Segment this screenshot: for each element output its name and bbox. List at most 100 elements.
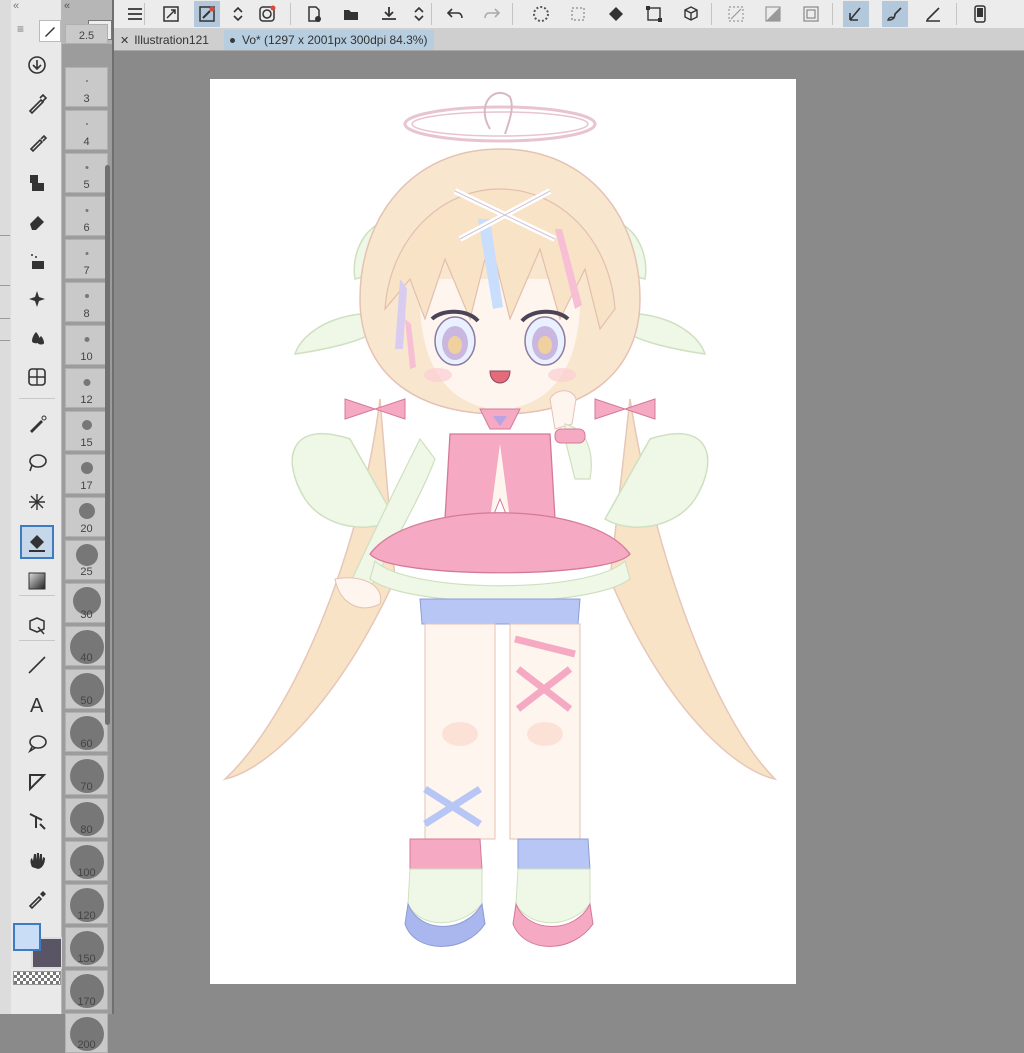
brush-size-label: 2.5: [78, 30, 95, 42]
download-icon[interactable]: [20, 48, 54, 82]
brush-size-item[interactable]: 12: [65, 368, 108, 408]
text-icon[interactable]: A: [20, 687, 54, 721]
3d-icon[interactable]: [678, 1, 704, 27]
brush-size-item[interactable]: 15: [65, 411, 108, 451]
fill-icon[interactable]: [20, 525, 54, 559]
brush-size-item[interactable]: 20: [65, 497, 108, 537]
fit-view-icon[interactable]: [158, 1, 184, 27]
selection-icon[interactable]: [565, 1, 591, 27]
hand-icon[interactable]: [20, 843, 54, 877]
pencil-icon[interactable]: [20, 126, 54, 160]
brush-size-item[interactable]: 80: [65, 798, 108, 838]
lasso-icon[interactable]: [20, 446, 54, 480]
brush-size-item[interactable]: 120: [65, 884, 108, 924]
collapse-icon[interactable]: «: [13, 0, 19, 12]
pen-icon[interactable]: [843, 1, 869, 27]
brush-size-item[interactable]: 3: [65, 67, 108, 107]
brush-size-label: 20: [80, 523, 93, 535]
brush-size-label: 12: [80, 394, 93, 406]
new-file-icon[interactable]: [301, 1, 327, 27]
line-icon[interactable]: [20, 648, 54, 682]
brush-size-dot: [85, 165, 88, 169]
redo-icon[interactable]: [479, 1, 505, 27]
brush-size-item[interactable]: 200: [65, 1013, 108, 1053]
brush-size-item[interactable]: 7: [65, 239, 108, 279]
brush-size-item[interactable]: 60: [65, 712, 108, 752]
brush-icon[interactable]: [20, 165, 54, 199]
transform-icon[interactable]: [641, 1, 667, 27]
brush-size-dot: [83, 378, 90, 386]
brush-icon[interactable]: [882, 1, 908, 27]
brush-size-label: 17: [80, 480, 93, 492]
undo-icon[interactable]: [442, 1, 468, 27]
close-icon[interactable]: ✕: [120, 34, 129, 47]
brush-size-label: 30: [80, 609, 93, 621]
brush-size-label: 40: [80, 652, 93, 664]
fill-icon[interactable]: [603, 1, 629, 27]
dock-divider: [0, 235, 10, 236]
save-icon[interactable]: [376, 1, 402, 27]
loading-icon[interactable]: [528, 1, 554, 27]
up-down-icon[interactable]: [225, 1, 251, 27]
ruler-icon[interactable]: [20, 765, 54, 799]
device-icon[interactable]: [967, 1, 993, 27]
brush-size-item[interactable]: 40: [65, 626, 108, 666]
tab-bar: ✕ Illustration121 Vo* (1297 x 2001px 300…: [114, 28, 1024, 51]
select-all-icon[interactable]: [723, 1, 749, 27]
eraser-icon[interactable]: [20, 204, 54, 238]
clear-icon[interactable]: [760, 1, 786, 27]
correct-line-icon[interactable]: [20, 804, 54, 838]
brush-size-item[interactable]: 170: [65, 970, 108, 1010]
pen-icon[interactable]: [39, 20, 61, 42]
ruler-pen-icon[interactable]: [920, 1, 946, 27]
brush-size-item[interactable]: 5: [65, 153, 108, 193]
vector-pen-icon[interactable]: [20, 407, 54, 441]
brush-size-item[interactable]: 17: [65, 454, 108, 494]
brush-size-label: 6: [83, 222, 90, 234]
tab-vo[interactable]: Vo* (1297 x 2001px 300dpi 84.3%): [224, 30, 434, 50]
brush-size-item[interactable]: 25: [65, 540, 108, 580]
brush-size-item[interactable]: 6: [65, 196, 108, 236]
up-down-icon[interactable]: [406, 1, 432, 27]
brush-size-label: 50: [80, 695, 93, 707]
sparkle-icon[interactable]: [20, 282, 54, 316]
gradient-icon[interactable]: [20, 564, 54, 598]
brush-size-item[interactable]: 4: [65, 110, 108, 150]
modified-dot-icon: [230, 37, 235, 43]
tab-label: Illustration121: [134, 33, 209, 47]
brush-size-dot: [84, 336, 89, 342]
blend-icon[interactable]: [20, 321, 54, 355]
speech-bubble-icon[interactable]: [20, 726, 54, 760]
toolbar-divider: [512, 3, 513, 25]
brush-size-item[interactable]: 100: [65, 841, 108, 881]
pen-icon[interactable]: [20, 87, 54, 121]
transparent-color-swatch[interactable]: [13, 971, 61, 985]
canvas[interactable]: [210, 79, 796, 984]
collapse-icon[interactable]: «: [64, 0, 70, 12]
eyedropper-icon[interactable]: [20, 882, 54, 916]
brush-size-item[interactable]: 30: [65, 583, 108, 623]
open-folder-icon[interactable]: [338, 1, 364, 27]
tool-divider: [19, 398, 55, 399]
brush-size-item[interactable]: 8: [65, 282, 108, 322]
brush-size-item[interactable]: 150: [65, 927, 108, 967]
object-icon[interactable]: [20, 609, 54, 643]
layer-icon[interactable]: [254, 1, 280, 27]
scrollbar[interactable]: [105, 165, 110, 725]
grid-icon[interactable]: [20, 360, 54, 394]
pen-settings-icon[interactable]: [194, 1, 220, 27]
brush-size-item[interactable]: 2.5: [65, 24, 108, 44]
brush-size-item[interactable]: 70: [65, 755, 108, 795]
tab-illustration121[interactable]: ✕ Illustration121: [114, 30, 224, 50]
brush-size-item[interactable]: 10: [65, 325, 108, 365]
menu-icon[interactable]: ≡: [17, 22, 24, 36]
brush-size-item[interactable]: 50: [65, 669, 108, 709]
airbrush-icon[interactable]: [20, 243, 54, 277]
main-color-swatch[interactable]: [13, 923, 41, 951]
tool-divider: [19, 640, 55, 641]
brush-size-dot: [85, 251, 88, 255]
dock-divider: [0, 340, 10, 341]
brush-size-label: 25: [80, 566, 93, 578]
magic-wand-icon[interactable]: [20, 485, 54, 519]
frame-icon[interactable]: [798, 1, 824, 27]
